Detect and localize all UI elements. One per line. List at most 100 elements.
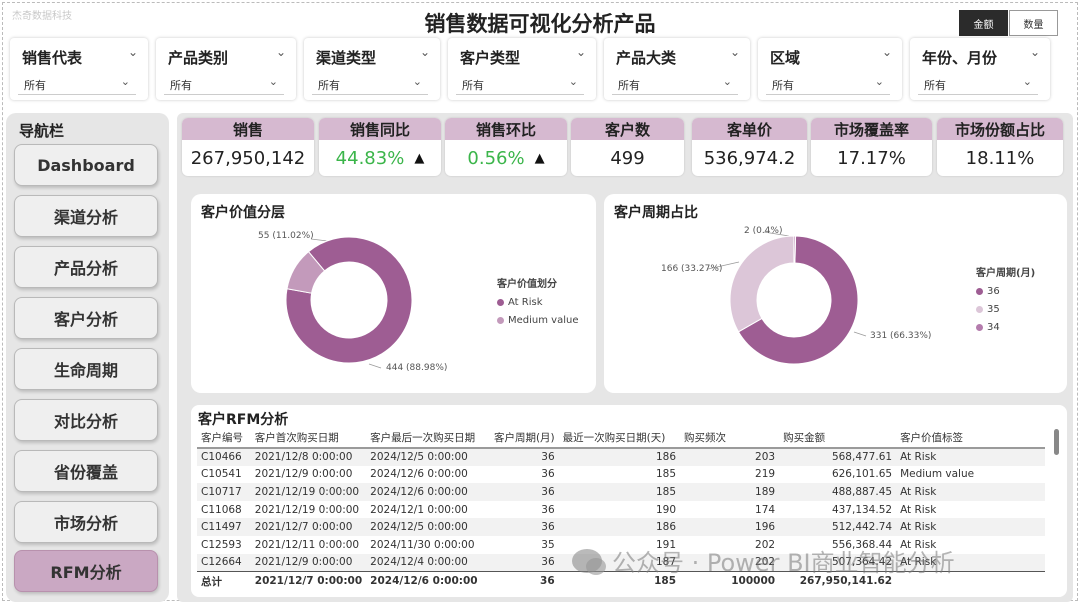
donut-slice-34[interactable] — [793, 235, 797, 264]
kpi-label: 市场份额占比 — [937, 118, 1063, 140]
column-header[interactable]: 客户首次购买日期 — [251, 428, 366, 448]
legend-item-35[interactable]: 35 — [976, 304, 1035, 315]
table-cell: 2021/12/11 0:00:00 — [254, 538, 360, 551]
slicer-dropdown[interactable]: 所有 ⌄ — [456, 73, 584, 95]
legend-title: 客户周期(月) — [976, 268, 1036, 279]
table-cell: C12593 — [201, 538, 242, 551]
legend-item-34[interactable]: 34 — [976, 322, 1035, 333]
slicer-value: 所有 — [772, 79, 794, 92]
slicer-year-month[interactable]: 年份、月份 ⌄ 所有 ⌄ — [910, 38, 1050, 100]
total-cell: 2024/12/6 0:00:00 — [366, 570, 486, 592]
table-cell: 189 — [680, 483, 780, 501]
legend-label: Medium value — [508, 315, 579, 326]
slicer-region[interactable]: 区域 ⌄ 所有 ⌄ — [758, 38, 902, 100]
legend-item-at-risk[interactable]: At Risk — [497, 297, 578, 308]
chevron-down-icon[interactable]: ⌄ — [730, 45, 740, 59]
slicer-dropdown[interactable]: 所有 ⌄ — [312, 73, 428, 95]
nav-button-market[interactable]: 市场分析 — [14, 501, 158, 543]
slicer-dropdown[interactable]: 所有 ⌄ — [164, 73, 284, 95]
chevron-down-icon[interactable]: ⌄ — [413, 75, 422, 88]
column-header[interactable]: 最近一次购买日期(天) — [559, 428, 680, 448]
chevron-down-icon[interactable]: ⌄ — [1023, 75, 1032, 88]
amount-quantity-toggle[interactable]: 金额 数量 — [959, 10, 1058, 36]
kpi-value-row: 0.56% ▲ — [445, 140, 567, 176]
kpi-value: 17.17% — [837, 147, 906, 169]
chevron-down-icon[interactable]: ⌄ — [128, 45, 138, 59]
chevron-down-icon[interactable]: ⌄ — [723, 75, 732, 88]
table-row[interactable]: C10541 2021/12/9 0:00:00 2024/12/6 0:00:00… — [197, 466, 1045, 484]
slicer-product-major-category[interactable]: 产品大类 ⌄ 所有 ⌄ — [604, 38, 750, 100]
column-header[interactable]: 客户最后一次购买日期 — [366, 428, 486, 448]
slicer-customer-type[interactable]: 客户类型 ⌄ 所有 ⌄ — [448, 38, 596, 100]
slicer-dropdown[interactable]: 所有 ⌄ — [18, 73, 136, 95]
table-cell: 36 — [541, 468, 555, 481]
slicer-channel-type[interactable]: 渠道类型 ⌄ 所有 ⌄ — [304, 38, 440, 100]
table-row[interactable]: C11068 2021/12/19 0:00:00 2024/12/1 0:00:0… — [197, 501, 1045, 519]
table-cell: 185 — [655, 468, 676, 481]
table-row[interactable]: C11497 2021/12/7 0:00:00 2024/12/5 0:00:00… — [197, 518, 1045, 536]
chevron-down-icon[interactable]: ⌄ — [569, 75, 578, 88]
toggle-quantity-button[interactable]: 数量 — [1009, 10, 1058, 36]
table-row[interactable]: C10717 2021/12/19 0:00:00 2024/12/6 0:00:0… — [197, 483, 1045, 501]
table-cell: 437,134.52 — [831, 503, 893, 516]
table-cell: 2024/12/6 0:00:00 — [370, 468, 468, 481]
kpi-card-customer-count: 客户数 499 — [571, 118, 684, 176]
slicer-bar: 销售代表 ⌄ 所有 ⌄ 产品类别 ⌄ 所有 ⌄ 渠道类型 ⌄ 所有 ⌄ 客户类型 ⌄ … — [10, 38, 1050, 100]
nav-button-channel[interactable]: 渠道分析 — [14, 195, 158, 237]
kpi-card-sales-yoy: 销售同比 44.83% ▲ — [319, 118, 441, 176]
table-cell: 2021/12/9 0:00:00 — [250, 553, 367, 572]
nav-button-province[interactable]: 省份覆盖 — [14, 450, 158, 492]
table-cell: 36 — [485, 448, 559, 466]
slicer-sales-rep[interactable]: 销售代表 ⌄ 所有 ⌄ — [10, 38, 148, 100]
legend-dot — [976, 306, 983, 313]
table-header-row: 客户编号 客户首次购买日期 客户最后一次购买日期 客户周期(月) 最近一次购买日… — [197, 428, 1045, 448]
chevron-down-icon[interactable]: ⌄ — [882, 45, 892, 59]
legend-dot — [497, 317, 504, 324]
table-cell: 185 — [558, 483, 680, 501]
kpi-card-sales: 销售 267,950,142 — [182, 118, 314, 176]
chevron-down-icon[interactable]: ⌄ — [276, 45, 286, 59]
toggle-amount-button[interactable]: 金额 — [959, 10, 1008, 36]
table-cell: 2021/12/9 0:00:00 — [254, 468, 353, 481]
kpi-label: 销售环比 — [445, 118, 567, 140]
watermark: 公众号 · Power BI商业智能分析 — [572, 543, 955, 578]
table-scrollbar[interactable] — [1054, 429, 1059, 455]
slicer-dropdown[interactable]: 所有 ⌄ — [766, 73, 890, 95]
column-header[interactable]: 客户价值标签 — [896, 428, 1045, 448]
legend-item-medium[interactable]: Medium value — [497, 315, 578, 326]
table-row[interactable]: C10466 2021/12/8 0:00:00 2024/12/5 0:00:00… — [197, 448, 1045, 466]
slicer-label: 产品类别 — [168, 49, 229, 67]
up-arrow-icon: ▲ — [534, 150, 545, 166]
slice-label-at-risk: 444 (88.98%) — [386, 363, 448, 373]
column-header[interactable]: 购买金额 — [779, 428, 896, 448]
slicer-dropdown[interactable]: 所有 ⌄ — [918, 73, 1038, 95]
slicer-label: 渠道类型 — [316, 49, 377, 67]
nav-button-lifecycle[interactable]: 生命周期 — [14, 348, 158, 390]
table-cell: C11068 — [201, 503, 242, 516]
chevron-down-icon[interactable]: ⌄ — [875, 75, 884, 88]
leader-line — [853, 331, 867, 337]
slicer-dropdown[interactable]: 所有 ⌄ — [612, 73, 738, 95]
chevron-down-icon[interactable]: ⌄ — [576, 45, 586, 59]
nav-button-rfm[interactable]: RFM分析 — [14, 550, 158, 592]
slicer-product-category[interactable]: 产品类别 ⌄ 所有 ⌄ — [156, 38, 296, 100]
table-cell: 512,442.74 — [779, 518, 897, 536]
legend-label: 34 — [987, 322, 1000, 333]
column-header[interactable]: 购买频次 — [680, 428, 779, 448]
nav-button-dashboard[interactable]: Dashboard — [14, 144, 158, 186]
kpi-value: 499 — [610, 147, 645, 169]
chevron-down-icon[interactable]: ⌄ — [420, 45, 430, 59]
legend-item-36[interactable]: 36 — [976, 286, 1035, 297]
table-cell: 36 — [485, 518, 559, 536]
nav-button-comparison[interactable]: 对比分析 — [14, 399, 158, 441]
table-cell: 2021/12/19 0:00:00 — [250, 483, 367, 501]
chevron-down-icon[interactable]: ⌄ — [121, 75, 130, 88]
table-cell: C10541 — [201, 468, 242, 481]
nav-button-product[interactable]: 产品分析 — [14, 246, 158, 288]
donut-slice-35[interactable] — [729, 235, 795, 333]
column-header[interactable]: 客户周期(月) — [486, 428, 559, 448]
column-header[interactable]: 客户编号 — [197, 428, 251, 448]
nav-button-customer[interactable]: 客户分析 — [14, 297, 158, 339]
chevron-down-icon[interactable]: ⌄ — [1030, 45, 1040, 59]
chevron-down-icon[interactable]: ⌄ — [269, 75, 278, 88]
